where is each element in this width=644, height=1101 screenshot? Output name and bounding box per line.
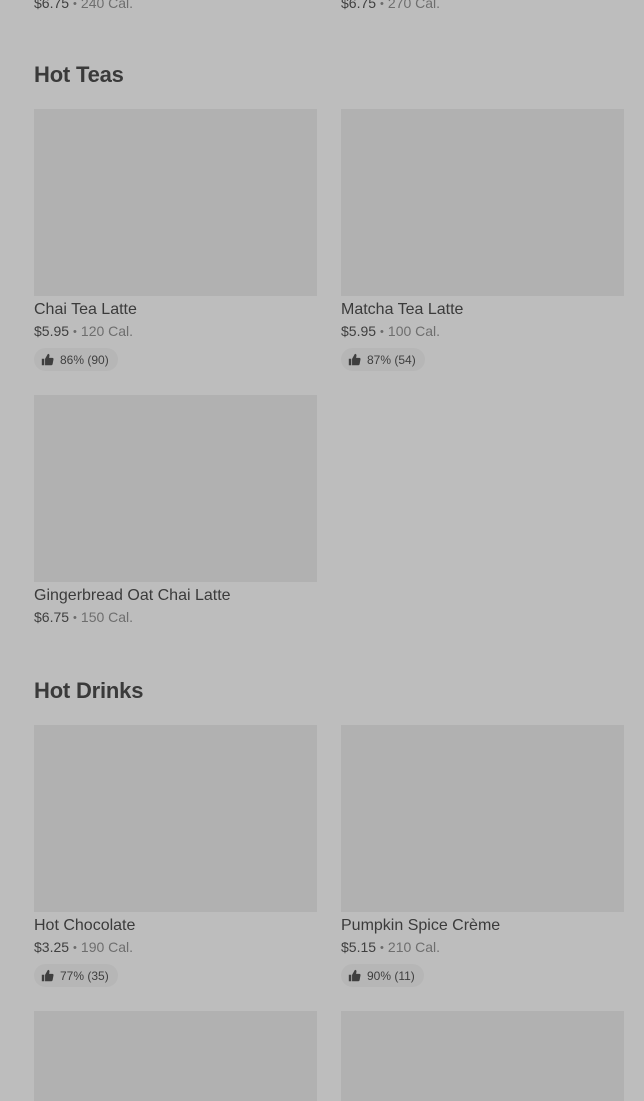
item-image [34,395,317,582]
item-price-line: $6.75 • 270 Cal. [341,0,440,14]
rating-value: 90% (11) [367,968,415,983]
item-calories: 210 Cal. [387,939,441,955]
item-name: Matcha Tea Latte [341,301,464,318]
thumbs-up-icon [348,353,361,366]
menu-item-card[interactable]: Matcha Tea Latte $5.95 • 100 Cal. 87% (54) [341,109,624,371]
item-calories: 120 Cal. [80,323,134,339]
item-price: $5.95 [341,323,377,339]
item-calories: 270 Cal. [387,0,441,11]
menu-item-card[interactable]: Pumpkin Spice Crème $5.15 • 210 Cal. 90% (… [341,725,624,987]
separator-dot: • [380,326,384,338]
rating-badge: 87% (54) [341,348,425,371]
thumbs-up-icon [348,969,361,982]
rating-badge: 90% (11) [341,964,424,987]
rating-value: 77% (35) [60,968,109,983]
separator-dot: • [73,942,77,954]
item-image [34,725,317,912]
item-name: Gingerbread Oat Chai Latte [34,587,231,604]
menu-item-card[interactable] [341,1011,624,1101]
item-calories: 240 Cal. [80,0,134,11]
menu-item-card[interactable] [34,1011,317,1101]
item-image [34,1011,317,1101]
item-calories: 100 Cal. [387,323,441,339]
rating-value: 87% (54) [367,352,416,367]
separator-dot: • [73,326,77,338]
item-price-line: $5.95 • 120 Cal. [34,322,317,342]
item-image [34,109,317,296]
separator-dot: • [380,942,384,954]
item-name: Hot Chocolate [34,917,136,934]
separator-dot: • [73,612,77,624]
item-image [341,725,624,912]
menu-item-card[interactable]: Hot Chocolate $3.25 • 190 Cal. 77% (35) [34,725,317,987]
rating-badge: 77% (35) [34,964,118,987]
item-name: Chai Tea Latte [34,301,137,318]
item-name: Pumpkin Spice Crème [341,917,501,934]
item-price: $6.75 [34,0,70,11]
item-calories: 190 Cal. [80,939,134,955]
item-calories: 150 Cal. [80,609,134,625]
item-price: $5.95 [34,323,70,339]
item-image [341,109,624,296]
item-price-line: $5.95 • 100 Cal. [341,322,624,342]
item-price-line: $3.25 • 190 Cal. [34,938,317,958]
separator-dot: • [73,0,77,10]
thumbs-up-icon [41,969,54,982]
separator-dot: • [380,0,384,10]
item-price: $6.75 [34,609,70,625]
item-price-line: $5.15 • 210 Cal. [341,938,624,958]
rating-badge: 86% (90) [34,348,118,371]
rating-value: 86% (90) [60,352,109,367]
section-title-hot-teas: Hot Teas [34,62,124,87]
section-title-hot-drinks: Hot Drinks [34,678,144,703]
menu-item-card[interactable]: Chai Tea Latte $5.95 • 120 Cal. 86% (90) [34,109,317,371]
item-price-line: $6.75 • 150 Cal. [34,608,317,628]
menu-item-card[interactable]: Gingerbread Oat Chai Latte $6.75 • 150 Cal… [34,395,317,628]
item-price: $5.15 [341,939,377,955]
item-price-line: $6.75 • 240 Cal. [34,0,133,14]
thumbs-up-icon [41,353,54,366]
previous-section-tail: $6.75 • 240 Cal. $6.75 • 270 Cal. [0,0,644,12]
item-image [341,1011,624,1101]
item-price: $3.25 [34,939,70,955]
item-price: $6.75 [341,0,377,11]
